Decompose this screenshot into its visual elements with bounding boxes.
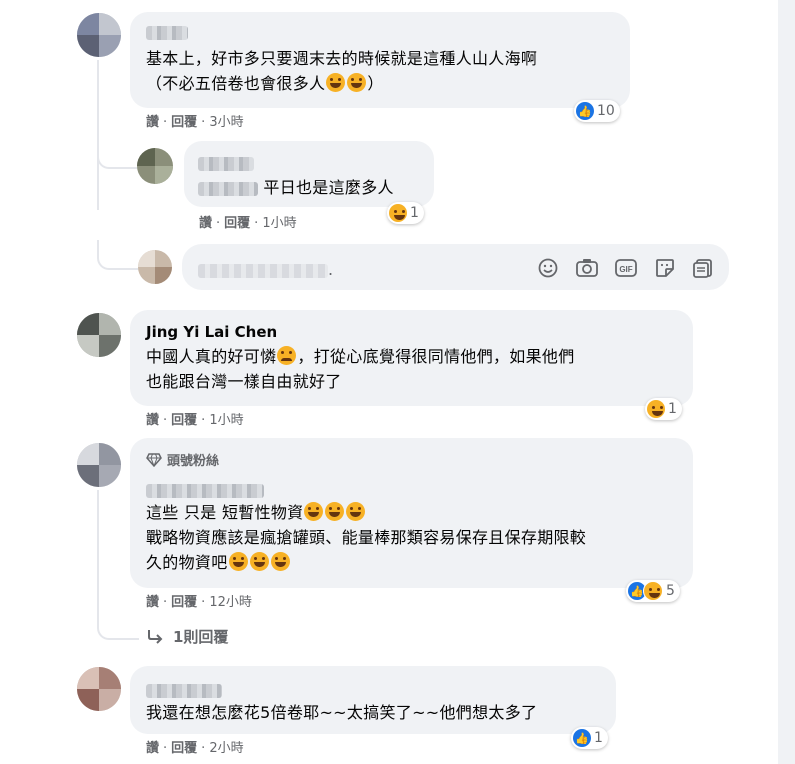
thread-line [97,490,99,610]
laughing-emoji-icon [326,73,346,92]
comment-actions: 讚 · 回覆 · 3小時 [146,115,244,130]
avatar[interactable] [77,313,121,357]
reaction-summary[interactable]: 1 [387,202,424,224]
comment-bubble: 基本上，好市多只要週末去的時候就是這種人山人海啊 （不必五倍卷也會很多人） [130,12,630,108]
diamond-icon [146,452,162,467]
like-reaction-icon: 👍 [576,102,594,120]
grinning-emoji-icon [249,552,269,571]
author-name[interactable]: Jing Yi Lai Chen [146,322,277,342]
sad-emoji-icon [277,346,297,365]
comment-text: 基本上，好市多只要週末去的時候就是這種人山人海啊 （不必五倍卷也會很多人） [146,49,538,93]
reply-link[interactable]: 回覆 [171,595,197,610]
author-name-blurred[interactable] [146,22,188,41]
avatar[interactable] [137,148,173,184]
reaction-summary[interactable]: 👍 5 [626,580,680,602]
avatar[interactable] [77,13,121,57]
reply-input[interactable]: . GIF [182,244,729,290]
comment-actions: 讚 · 回覆 · 2小時 [146,741,244,756]
reply-placeholder-blurred: . [198,260,333,279]
author-name-blurred[interactable] [146,680,222,699]
reply-link[interactable]: 回覆 [171,413,197,428]
grinning-emoji-icon [270,552,290,571]
laughing-emoji-icon [347,73,367,92]
like-link[interactable]: 讚 [199,216,212,231]
top-fan-badge: 頭號粉絲 [146,450,219,469]
comment-text: 這些 只是 短暫性物資 戰略物資應該是瘋搶罐頭、能量棒那類容易保存且保存期限較 … [146,502,587,572]
avatar[interactable] [77,443,121,487]
reply-bubble: 平日也是這麼多人 [184,141,434,207]
like-link[interactable]: 讚 [146,413,159,428]
reply-link[interactable]: 回覆 [171,741,197,756]
reply-arrow-icon [148,629,163,644]
laughing-emoji-icon [325,502,345,521]
timestamp[interactable]: 12小時 [209,595,252,610]
view-replies-link[interactable]: 1則回覆 [146,626,228,647]
like-reaction-icon: 👍 [573,729,591,747]
reply-actions: 讚 · 回覆 · 1小時 [199,216,297,231]
current-user-avatar[interactable] [138,250,172,284]
sticker-icon[interactable] [654,257,676,279]
comment-actions: 讚 · 回覆 · 12小時 [146,595,252,610]
like-link[interactable]: 讚 [146,741,159,756]
reply-link[interactable]: 回覆 [224,216,250,231]
timestamp[interactable]: 2小時 [209,741,243,756]
comments-card: 基本上，好市多只要週末去的時候就是這種人山人海啊 （不必五倍卷也會很多人） 👍 … [0,0,778,764]
comments-page: 基本上，好市多只要週末去的時候就是這種人山人海啊 （不必五倍卷也會很多人） 👍 … [0,0,795,764]
author-name-blurred[interactable] [198,153,254,172]
svg-text:GIF: GIF [619,265,632,274]
gif-icon[interactable]: GIF [614,257,638,279]
comment-text: 中國人真的好可憐 ，打從心底覺得很同情他們，如果他們 也能跟台灣一樣自由就好了 [146,346,575,391]
emoji-icon[interactable] [537,257,559,279]
reaction-summary[interactable]: 👍 10 [574,100,620,122]
haha-reaction-icon [647,400,665,418]
thread-hook [97,240,139,270]
camera-icon[interactable] [575,257,599,279]
reply-text: 平日也是這麼多人 [198,175,394,200]
comment-bubble: 我還在想怎麼花5倍卷耶~~太搞笑了~~他們想太多了 [130,666,616,734]
timestamp[interactable]: 3小時 [209,115,243,130]
comment-bubble: Jing Yi Lai Chen 中國人真的好可憐 ，打從心底覺得很同情他們，如果… [130,310,693,406]
page-background [778,0,795,764]
reply-link[interactable]: 回覆 [171,115,197,130]
more-stickers-icon[interactable] [692,257,714,279]
grinning-emoji-icon [228,552,248,571]
like-link[interactable]: 讚 [146,115,159,130]
laughing-emoji-icon [346,502,366,521]
timestamp[interactable]: 1小時 [209,413,243,428]
author-name-blurred[interactable] [146,480,264,499]
haha-reaction-icon [643,581,663,601]
thread-hook [97,145,139,169]
avatar[interactable] [77,667,121,711]
comment-bubble: 頭號粉絲 這些 只是 短暫性物資 戰略物資應該是瘋搶罐頭、能量棒那類容易保存且保… [130,438,693,588]
mentioned-name-blurred[interactable] [198,181,258,196]
laughing-emoji-icon [304,502,324,521]
haha-reaction-icon [389,204,407,222]
reaction-summary[interactable]: 1 [645,398,682,420]
thread-hook [97,608,139,640]
timestamp[interactable]: 1小時 [262,216,296,231]
like-link[interactable]: 讚 [146,595,159,610]
comment-actions: 讚 · 回覆 · 1小時 [146,413,244,428]
thread-line [97,60,99,210]
comment-text: 我還在想怎麼花5倍卷耶~~太搞笑了~~他們想太多了 [146,703,538,722]
reaction-summary[interactable]: 👍 1 [571,727,608,749]
